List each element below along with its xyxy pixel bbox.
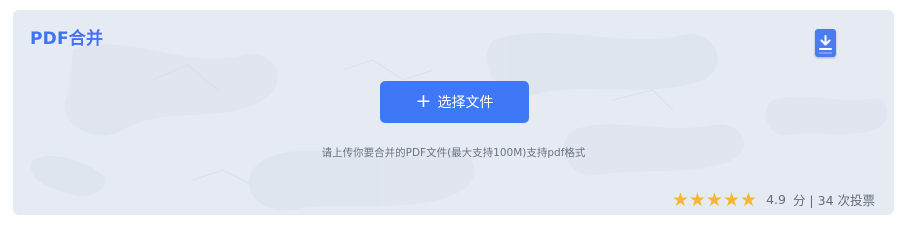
star-icon[interactable]: ★ xyxy=(740,190,757,209)
rating-summary: 分 | 34 次投票 xyxy=(792,193,875,208)
star-icon[interactable]: ★ xyxy=(689,190,706,209)
star-rating[interactable]: ★ ★ ★ ★ ★ xyxy=(672,190,757,209)
plus-icon: + xyxy=(415,89,432,112)
upload-hint: 请上传你要合并的PDF文件(最大支持100M)支持pdf格式 xyxy=(321,147,586,159)
page-title: PDF合并 xyxy=(30,29,104,49)
pdf-merge-panel: PDF合并 + 选择文件 请上传你要合并的PDF文件(最大支持100M)支持pd… xyxy=(13,10,894,215)
select-file-label: 选择文件 xyxy=(437,95,494,111)
rating-bar: ★ ★ ★ ★ ★ 4.9 分 | 34 次投票 xyxy=(672,190,875,209)
star-icon[interactable]: ★ xyxy=(723,190,740,209)
download-icon xyxy=(819,35,832,54)
download-button[interactable] xyxy=(815,29,836,57)
select-file-button[interactable]: + 选择文件 xyxy=(380,81,529,123)
star-icon[interactable]: ★ xyxy=(672,190,689,209)
rating-score: 4.9 xyxy=(766,192,786,207)
star-icon[interactable]: ★ xyxy=(706,190,723,209)
